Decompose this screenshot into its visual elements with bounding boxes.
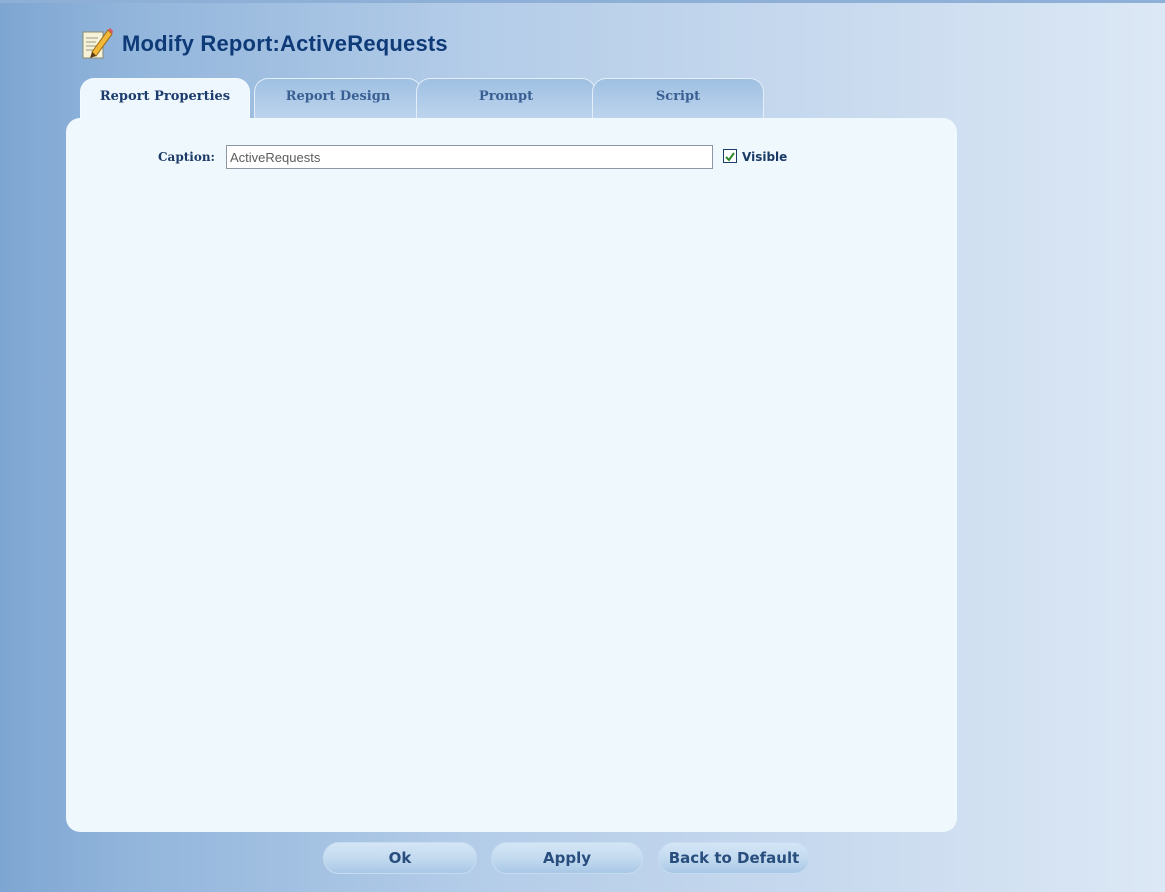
edit-document-icon (78, 26, 114, 62)
tab-label: Report Properties (99, 89, 231, 104)
apply-button[interactable]: Apply (491, 842, 643, 874)
checkmark-icon (725, 152, 735, 162)
window-top-border (0, 0, 1165, 3)
page-title: Modify Report:ActiveRequests (122, 31, 448, 56)
tab-report-properties[interactable]: Report Properties (80, 78, 250, 122)
tab-report-design[interactable]: Report Design (254, 78, 422, 122)
back-to-default-button-label: Back to Default (668, 849, 800, 867)
ok-button[interactable]: Ok (323, 842, 477, 874)
ok-button-label: Ok (388, 849, 412, 867)
tab-label: Script (655, 89, 701, 104)
properties-panel (66, 118, 957, 832)
tab-label: Prompt (478, 89, 534, 104)
page-header: Modify Report:ActiveRequests (78, 24, 448, 64)
tab-prompt[interactable]: Prompt (416, 78, 596, 122)
visible-checkbox[interactable] (723, 149, 737, 163)
tab-label: Report Design (285, 89, 391, 104)
apply-button-label: Apply (542, 849, 591, 867)
tab-bar: Report Properties Report Design Prompt S… (0, 78, 800, 122)
visible-label: Visible (742, 150, 788, 164)
caption-input[interactable] (226, 145, 713, 169)
tab-script[interactable]: Script (592, 78, 764, 122)
caption-label: Caption: (158, 150, 215, 164)
back-to-default-button[interactable]: Back to Default (658, 842, 810, 874)
